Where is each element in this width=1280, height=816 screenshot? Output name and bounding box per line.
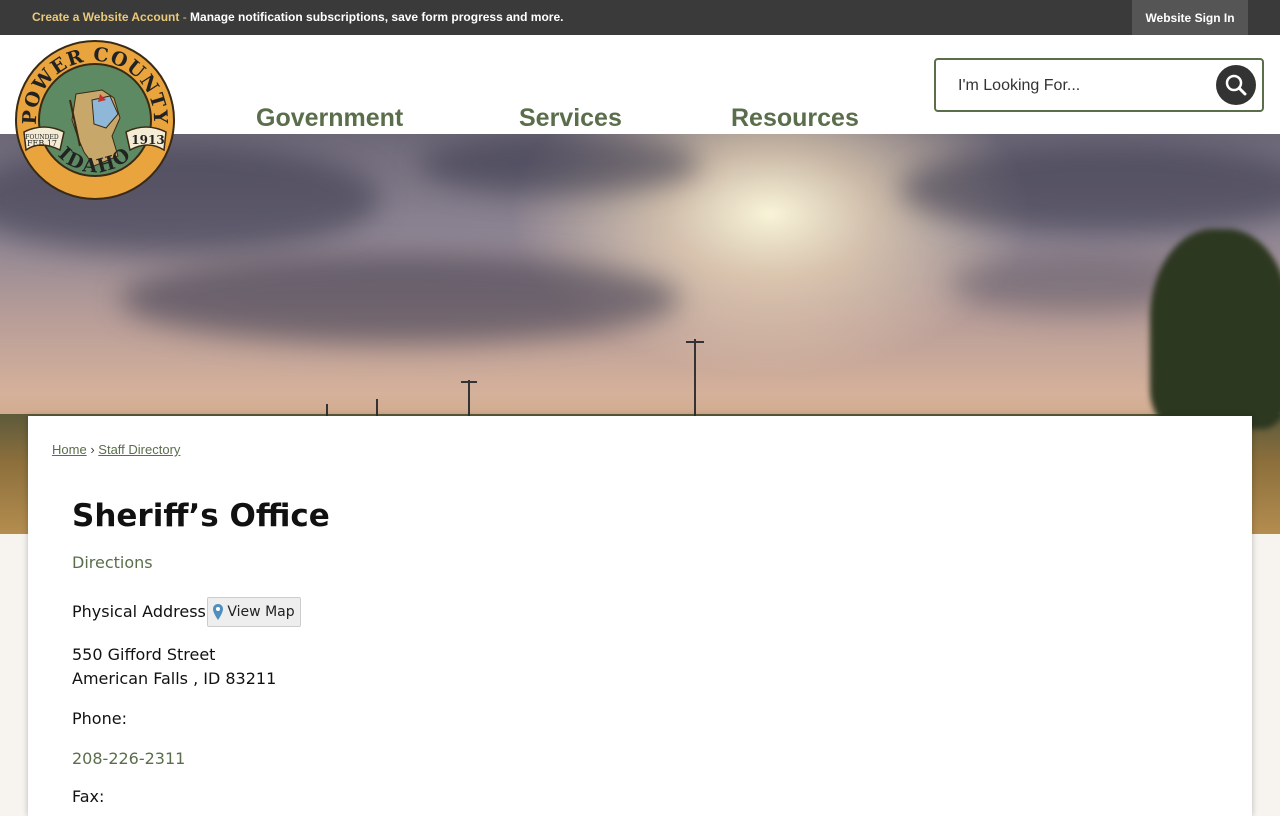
view-map-button[interactable]: View Map xyxy=(207,597,301,627)
physical-address-label: Physical Address: xyxy=(72,602,212,621)
search-button[interactable] xyxy=(1216,65,1256,105)
phone-label: Phone: xyxy=(72,709,127,728)
search-input[interactable] xyxy=(956,73,1210,99)
county-seal-icon: POWER COUNTY IDAHO FOUNDED FEB 17 1913 xyxy=(15,40,175,200)
breadcrumb-home-link[interactable]: Home xyxy=(52,442,87,457)
site-search xyxy=(934,58,1264,112)
content-card: Home › Staff Directory Sheriff’s Office … xyxy=(28,416,1252,816)
phone-number-link[interactable]: 208-226-2311 xyxy=(72,749,185,768)
top-notification-bar: Create a Website Account - Manage notifi… xyxy=(0,0,1280,35)
nav-government[interactable]: Government xyxy=(256,104,403,133)
nav-resources[interactable]: Resources xyxy=(731,104,859,133)
account-notice-description: Manage notification subscriptions, save … xyxy=(190,10,564,24)
breadcrumb-separator: › xyxy=(90,442,95,457)
nav-services[interactable]: Services xyxy=(519,104,622,133)
view-map-label: View Map xyxy=(227,604,295,620)
svg-text:FEB 17: FEB 17 xyxy=(27,139,57,148)
breadcrumb-staff-directory-link[interactable]: Staff Directory xyxy=(98,442,180,457)
address-line-2: American Falls , ID 83211 xyxy=(72,669,277,688)
directions-link[interactable]: Directions xyxy=(72,553,153,572)
fax-label: Fax: xyxy=(72,787,105,806)
create-account-link[interactable]: Create a Website Account xyxy=(32,10,179,24)
notice-separator: - xyxy=(179,10,191,24)
website-sign-in-button[interactable]: Website Sign In xyxy=(1132,0,1248,35)
address-line-1: 550 Gifford Street xyxy=(72,645,216,664)
map-pin-icon xyxy=(213,604,224,620)
page-title: Sheriff’s Office xyxy=(72,498,330,534)
power-county-logo[interactable]: POWER COUNTY IDAHO FOUNDED FEB 17 1913 xyxy=(14,40,176,200)
breadcrumb: Home › Staff Directory xyxy=(52,442,180,457)
svg-text:1913: 1913 xyxy=(131,133,164,147)
search-icon xyxy=(1225,74,1247,96)
account-notice: Create a Website Account - Manage notifi… xyxy=(32,10,563,24)
